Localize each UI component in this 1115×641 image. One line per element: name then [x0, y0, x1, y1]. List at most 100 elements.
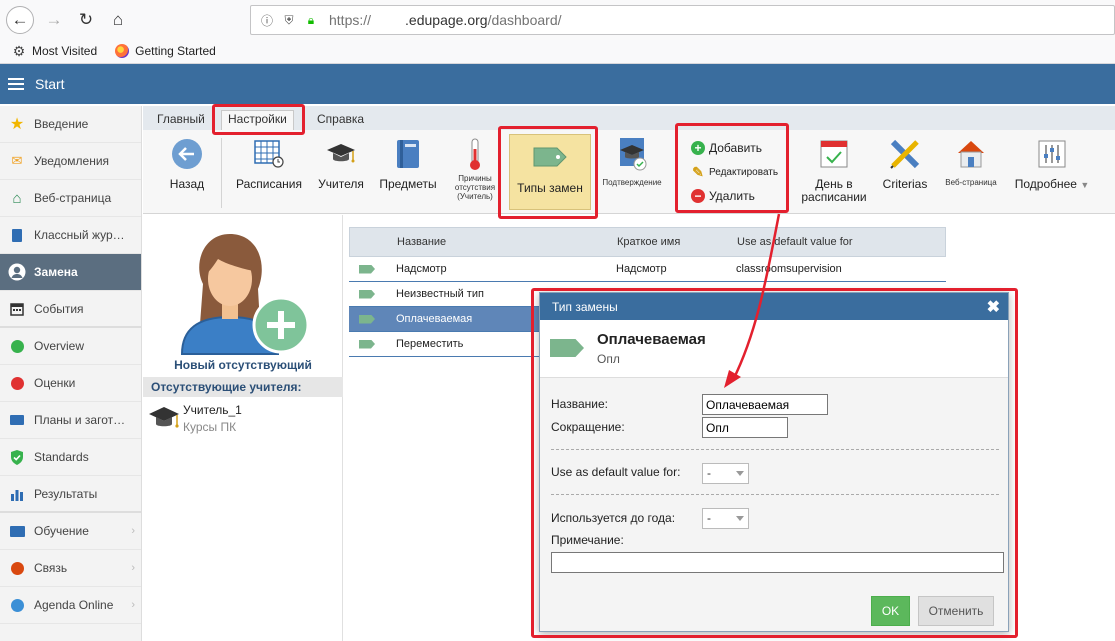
home-icon[interactable]: ⌂	[104, 6, 132, 34]
button-label-line: расписании	[801, 190, 867, 204]
subjects-button[interactable]: Предметы	[375, 136, 441, 191]
divider	[221, 138, 222, 208]
new-absent-button[interactable]	[178, 229, 310, 362]
tab-settings[interactable]: Настройки	[221, 110, 294, 131]
tracking-shield-icon[interactable]: ⛨	[281, 12, 297, 28]
firefox-icon	[115, 44, 130, 58]
absence-reasons-button[interactable]: Причины отсутствия (Учитель)	[449, 136, 501, 201]
sidebar-item-label: Уведомления	[34, 154, 110, 168]
criterias-button[interactable]: Criterias	[877, 136, 933, 191]
button-label: Добавить	[709, 141, 763, 155]
day-in-schedule-button[interactable]: День в расписании	[797, 136, 871, 204]
sidebar-item-agenda[interactable]: Agenda Online ›	[0, 587, 141, 624]
bookmark-label: Most Visited	[32, 44, 98, 58]
back-button[interactable]: Назад	[161, 136, 213, 191]
bookmark-most-visited[interactable]: ⚙ Most Visited	[12, 42, 98, 59]
column-header-default[interactable]: Use as default value for	[737, 236, 945, 248]
sidebar-item-journal[interactable]: Классный жур…	[0, 217, 141, 254]
select-value: -	[707, 466, 711, 480]
browser-chrome: ← → ↻ ⌂ ⓘ ⛨ 🔒︎ https:// .edupage.org/das…	[0, 0, 1115, 64]
sidebar-item-plans[interactable]: Планы и загот…	[0, 402, 141, 439]
default-value-label: Use as default value for:	[551, 465, 681, 479]
app-header: Start	[0, 64, 1115, 104]
cancel-button[interactable]: Отменить	[918, 596, 994, 626]
dialog-titlebar: Тип замены ✖	[540, 293, 1008, 320]
sidebar-item-learning[interactable]: Обучение ›	[0, 513, 141, 550]
sidebar-item-communication[interactable]: Связь ›	[0, 550, 141, 587]
button-label: Подтверждение	[602, 178, 662, 187]
sidebar-item-notifications[interactable]: ✉ Уведомления	[0, 143, 141, 180]
bookmarks-bar: ⚙ Most Visited Getting Started	[0, 40, 222, 62]
button-label: Подробнее	[1014, 177, 1077, 191]
delete-button[interactable]: − Удалить	[691, 184, 791, 208]
substitution-types-button[interactable]: Типы замен	[509, 134, 591, 210]
add-button[interactable]: + Добавить	[691, 136, 791, 160]
teacher-reason: Курсы ПК	[183, 420, 237, 434]
note-field[interactable]	[551, 552, 1004, 573]
button-label-line: отсутствия	[454, 183, 496, 192]
reload-icon[interactable]: ↻	[72, 6, 100, 34]
edit-button[interactable]: ✎ Редактировать	[691, 160, 791, 184]
schedules-button[interactable]: Расписания	[231, 136, 307, 191]
column-header-short[interactable]: Краткое имя	[617, 236, 737, 248]
button-label: Назад	[169, 177, 205, 191]
button-label: Criterias	[882, 177, 928, 191]
url-path: /dashboard/	[487, 12, 562, 28]
sidebar-item-grades[interactable]: Оценки	[0, 365, 141, 402]
url-bar[interactable]: ⓘ ⛨ 🔒︎ https:// .edupage.org/dashboard/	[250, 5, 1115, 35]
sidebar-item-substitution[interactable]: Замена	[0, 254, 141, 291]
webpage-button[interactable]: Веб-страница	[939, 136, 1003, 187]
book-icon	[397, 140, 419, 168]
sidebar-item-webpage[interactable]: ⌂ Веб-страница	[0, 180, 141, 217]
button-label: Редактировать	[709, 166, 779, 178]
ribbon-tabs: Главный Настройки Справка	[143, 106, 1115, 131]
sidebar-item-overview[interactable]: Overview	[0, 328, 141, 365]
table-row[interactable]: Надсмотр Надсмотр classroomsupervision	[349, 257, 946, 282]
ok-button[interactable]: OK	[871, 596, 910, 626]
gear-icon: ⚙	[12, 42, 26, 59]
more-button[interactable]: Подробнее ▼	[1011, 136, 1093, 192]
absent-teacher-item[interactable]: Учитель_1 Курсы ПК	[147, 403, 242, 434]
app-title: Start	[35, 76, 65, 92]
tag-icon	[359, 264, 375, 274]
default-value-select[interactable]: -	[702, 463, 749, 484]
column-header-name[interactable]: Название	[397, 236, 617, 248]
forward-arrow-icon[interactable]: →	[40, 6, 68, 34]
tab-help[interactable]: Справка	[311, 112, 370, 130]
close-icon[interactable]: ✖	[987, 297, 1000, 317]
teachers-button[interactable]: Учителя	[315, 136, 367, 191]
name-field[interactable]	[702, 394, 828, 415]
button-label-line: Причины	[458, 174, 492, 183]
new-absent-label[interactable]: Новый отсутствующий	[143, 358, 343, 372]
calendar-check-icon	[820, 140, 848, 168]
home-icon: ⌂	[12, 189, 22, 207]
confirmation-icon	[620, 138, 647, 171]
sidebar-item-events[interactable]: События	[0, 291, 141, 328]
info-icon[interactable]: ⓘ	[259, 12, 275, 28]
row-short: Надсмотр	[616, 263, 667, 275]
used-until-year-select[interactable]: -	[702, 508, 749, 529]
sidebar-item-standards[interactable]: Standards	[0, 439, 141, 476]
tab-main[interactable]: Главный	[151, 112, 211, 130]
sidebar-item-label: Связь	[34, 561, 68, 575]
teacher-name: Учитель_1	[183, 403, 242, 417]
bookmark-getting-started[interactable]: Getting Started	[115, 44, 216, 58]
lock-icon: 🔒︎	[307, 12, 315, 27]
ruler-pencil-icon	[890, 139, 920, 169]
button-label: Предметы	[379, 177, 437, 191]
hamburger-menu-icon[interactable]	[8, 75, 24, 93]
button-label: Удалить	[709, 189, 755, 203]
pencil-icon: ✎	[692, 164, 704, 180]
confirmation-button[interactable]: Подтверждение	[597, 136, 667, 187]
chevron-right-icon: ›	[131, 562, 135, 574]
abbreviation-field[interactable]	[702, 417, 788, 438]
table-header: Название Краткое имя Use as default valu…	[349, 227, 946, 257]
thermometer-icon	[470, 138, 480, 170]
grades-icon	[8, 374, 26, 392]
back-arrow-icon[interactable]: ←	[6, 6, 34, 34]
dialog-footer: OK Отменить	[540, 591, 1008, 631]
sidebar-item-results[interactable]: Результаты	[0, 476, 141, 513]
sidebar-item-intro[interactable]: ★ Введение	[0, 106, 141, 143]
absences-panel: Новый отсутствующий Отсутствующие учител…	[143, 215, 343, 641]
button-label: Расписания	[236, 177, 302, 191]
